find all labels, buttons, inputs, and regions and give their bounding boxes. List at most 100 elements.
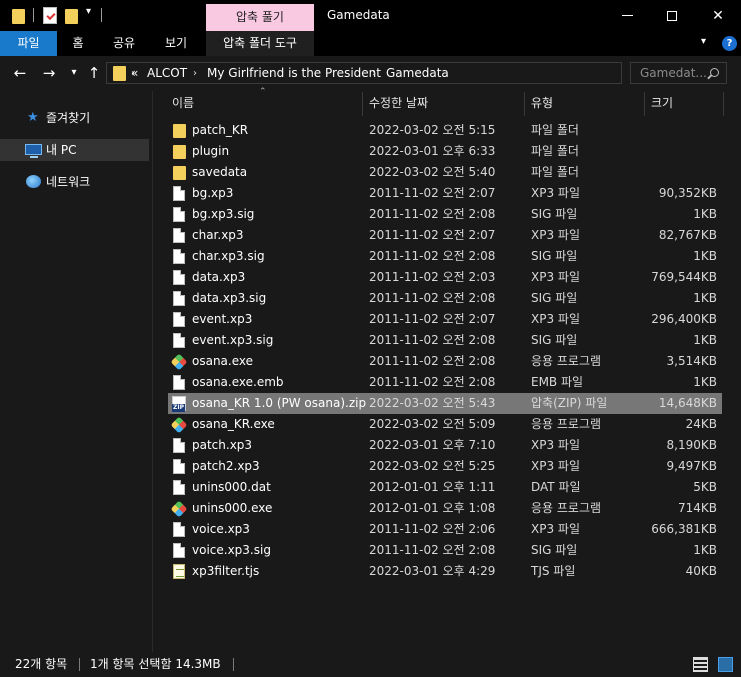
file-row[interactable]: voice.xp3.sig 2011-11-02 오전 2:08 SIG 파일 1KB	[168, 540, 722, 561]
file-row[interactable]: char.xp3.sig 2011-11-02 오전 2:08 SIG 파일 1KB	[168, 246, 722, 267]
file-row[interactable]: xp3filter.tjs 2022-03-01 오후 4:29 TJS 파일 40K…	[168, 561, 722, 582]
file-row[interactable]: patch2.xp3 2022-03-02 오전 5:25 XP3 파일 9,497K…	[168, 456, 722, 477]
tab-view[interactable]: 보기	[160, 31, 192, 56]
file-row[interactable]: bg.xp3.sig 2011-11-02 오전 2:08 SIG 파일 1KB	[168, 204, 722, 225]
breadcrumb-gamedata[interactable]: Gamedata	[386, 63, 449, 84]
back-button[interactable]: ←	[11, 64, 29, 82]
arrow-right-icon: →	[42, 64, 56, 82]
file-name: bg.xp3	[192, 186, 234, 200]
breadcrumb-overflow[interactable]: «	[131, 63, 138, 84]
file-date: 2022-03-02 오전 5:43	[369, 396, 496, 410]
file-type: 압축(ZIP) 파일	[531, 396, 608, 410]
details-view-icon[interactable]	[693, 657, 708, 672]
file-row[interactable]: osana.exe 2011-11-02 오전 2:08 응용 프로그램 3,514K…	[168, 351, 722, 372]
extract-context-tab[interactable]: 압축 풀기	[206, 4, 314, 31]
file-row[interactable]: data.xp3 2011-11-02 오전 2:03 XP3 파일 769,544K…	[168, 267, 722, 288]
minimize-button[interactable]	[604, 0, 650, 31]
file-type: XP3 파일	[531, 522, 580, 536]
large-icons-view-icon[interactable]	[718, 657, 733, 672]
sidebar-item-label: 네트워크	[46, 175, 91, 189]
file-row[interactable]: bg.xp3 2011-11-02 오전 2:07 XP3 파일 90,352KB	[168, 183, 722, 204]
tab-share[interactable]: 공유	[108, 31, 140, 56]
file-name: event.xp3.sig	[192, 333, 274, 347]
file-type: DAT 파일	[531, 480, 581, 494]
pane-divider[interactable]	[152, 91, 153, 652]
breadcrumb-game[interactable]: My Girlfriend is the President	[207, 63, 381, 84]
file-type: TJS 파일	[531, 564, 576, 578]
file-size: 296,400KB	[651, 312, 717, 326]
column-divider[interactable]	[362, 92, 363, 116]
breadcrumb-separator[interactable]: ›	[193, 63, 197, 84]
arrow-left-icon: ←	[13, 64, 27, 82]
tab-compressed-folder-tools[interactable]: 압축 폴더 도구	[206, 31, 314, 56]
expand-ribbon-icon[interactable]: ▾	[701, 36, 706, 47]
file-row[interactable]: event.xp3 2011-11-02 오전 2:07 XP3 파일 296,400…	[168, 309, 722, 330]
sidebar-item-network[interactable]: 네트워크	[0, 171, 149, 193]
file-row[interactable]: patch.xp3 2022-03-01 오후 7:10 XP3 파일 8,190KB	[168, 435, 722, 456]
minimize-icon	[621, 15, 633, 16]
column-header-size[interactable]: 크기	[651, 91, 721, 117]
close-button[interactable]: ✕	[695, 0, 741, 31]
new-folder-icon[interactable]	[65, 6, 78, 26]
file-row[interactable]: osana_KR.exe 2022-03-02 오전 5:09 응용 프로그램 24K…	[168, 414, 722, 435]
file-row[interactable]: patch_KR 2022-03-02 오전 5:15 파일 폴더	[168, 120, 722, 141]
file-icon	[173, 291, 185, 306]
file-name: unins000.dat	[192, 480, 271, 494]
application-icon	[170, 353, 188, 371]
file-row[interactable]: savedata 2022-03-02 오전 5:40 파일 폴더	[168, 162, 722, 183]
search-icon[interactable]	[710, 68, 719, 77]
file-row[interactable]: char.xp3 2011-11-02 오전 2:07 XP3 파일 82,767KB	[168, 225, 722, 246]
file-name: patch_KR	[192, 123, 249, 137]
column-header-date[interactable]: 수정한 날짜	[369, 91, 519, 117]
folder-icon[interactable]	[12, 6, 25, 26]
search-box[interactable]: Gamedat...	[630, 62, 727, 84]
file-name: data.xp3	[192, 270, 246, 284]
file-row[interactable]: data.xp3.sig 2011-11-02 오전 2:08 SIG 파일 1KB	[168, 288, 722, 309]
file-name: osana_KR.exe	[192, 417, 275, 431]
file-row[interactable]: osana_KR 1.0 (PW osana).zip2022-03-02 오전…	[168, 393, 722, 414]
sidebar-item-quick-access[interactable]: ★ 즐겨찾기	[0, 107, 149, 129]
status-divider	[233, 658, 234, 671]
file-name: patch2.xp3	[192, 459, 260, 473]
properties-icon[interactable]	[43, 7, 57, 24]
file-icon	[173, 207, 185, 222]
file-name: unins000.exe	[192, 501, 273, 515]
breadcrumb-alcot[interactable]: ALCOT	[147, 63, 187, 84]
column-header-type[interactable]: 유형	[531, 91, 641, 117]
file-date: 2022-03-01 오후 4:29	[369, 564, 496, 578]
file-row[interactable]: event.xp3.sig 2011-11-02 오전 2:08 SIG 파일 1KB	[168, 330, 722, 351]
file-row[interactable]: voice.xp3 2011-11-02 오전 2:06 XP3 파일 666,381…	[168, 519, 722, 540]
file-size: 24KB	[685, 417, 717, 431]
file-row[interactable]: osana.exe.emb 2011-11-02 오전 2:08 EMB 파일 1KB	[168, 372, 722, 393]
tab-file[interactable]: 파일	[0, 31, 57, 56]
recent-locations-button[interactable]: ▾	[65, 64, 83, 82]
column-divider[interactable]	[524, 92, 525, 116]
breadcrumb-separator[interactable]: ›	[372, 63, 376, 84]
file-type: SIG 파일	[531, 249, 578, 263]
file-row[interactable]: unins000.dat 2012-01-01 오후 1:11 DAT 파일 5KB	[168, 477, 722, 498]
file-type: SIG 파일	[531, 207, 578, 221]
file-date: 2011-11-02 오전 2:08	[369, 543, 496, 557]
column-divider[interactable]	[644, 92, 645, 116]
file-date: 2022-03-02 오전 5:09	[369, 417, 496, 431]
application-icon	[170, 500, 188, 518]
file-date: 2022-03-02 오전 5:15	[369, 123, 496, 137]
column-divider[interactable]	[723, 92, 724, 116]
sidebar-item-label: 즐겨찾기	[46, 111, 91, 125]
help-icon[interactable]: ?	[722, 36, 737, 51]
column-header-name[interactable]: 이름	[172, 91, 360, 117]
file-type: 파일 폴더	[531, 165, 579, 179]
address-bar[interactable]: › « ALCOT › My Girlfriend is the Preside…	[106, 62, 716, 84]
forward-button[interactable]: →	[40, 64, 58, 82]
file-date: 2011-11-02 오전 2:08	[369, 249, 496, 263]
maximize-button[interactable]	[649, 0, 695, 31]
chevron-down-icon[interactable]: ▾	[86, 6, 91, 17]
up-button[interactable]: ↑	[85, 64, 103, 82]
file-date: 2011-11-02 오전 2:07	[369, 228, 496, 242]
file-type: XP3 파일	[531, 270, 580, 284]
sidebar-item-this-pc[interactable]: 내 PC	[0, 139, 149, 161]
file-date: 2022-03-01 오후 7:10	[369, 438, 496, 452]
file-row[interactable]: unins000.exe 2012-01-01 오후 1:08 응용 프로그램 714…	[168, 498, 722, 519]
file-row[interactable]: plugin 2022-03-01 오후 6:33 파일 폴더	[168, 141, 722, 162]
tab-home[interactable]: 홈	[66, 31, 90, 56]
